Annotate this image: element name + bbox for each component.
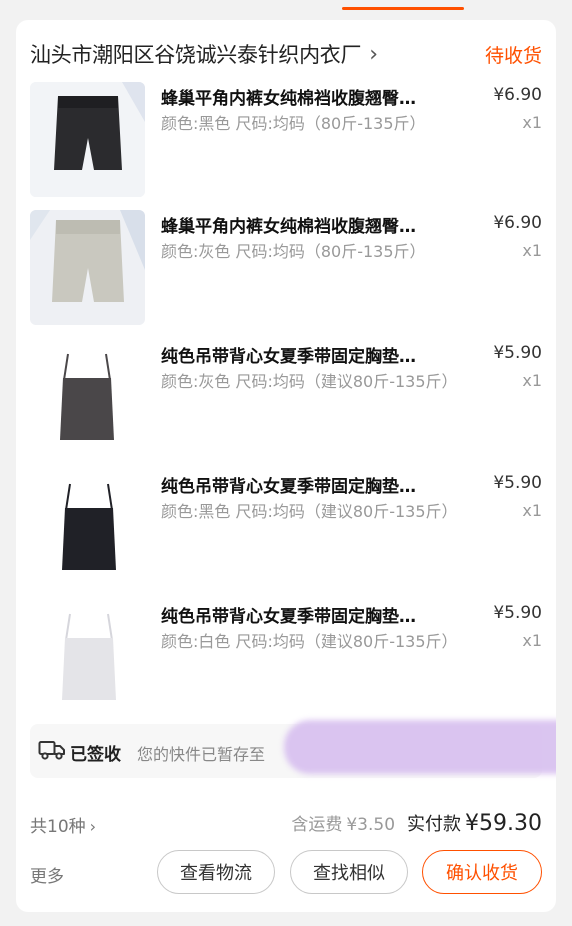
paid-label: 实付款 — [407, 814, 462, 835]
order-item[interactable]: 纯色吊带背心女夏季带固定胸垫… 颜色:黑色 尺码:均码（建议80斤-135斤） … — [30, 470, 542, 586]
confirm-receipt-button[interactable]: 确认收货 — [422, 850, 542, 894]
order-item[interactable]: 纯色吊带背心女夏季带固定胸垫… 颜色:白色 尺码:均码（建议80斤-135斤） … — [30, 600, 542, 716]
item-spec: 颜色:白色 尺码:均码（建议80斤-135斤） — [161, 632, 458, 651]
shipping-value: ¥3.50 — [346, 815, 396, 835]
item-price: ¥5.90 — [493, 343, 542, 363]
chevron-right-icon: › — [369, 41, 379, 67]
item-spec: 颜色:灰色 尺码:均码（80斤-135斤） — [161, 242, 426, 261]
shorts-black-icon[interactable] — [30, 82, 145, 197]
order-status-badge: 待收货 — [484, 45, 542, 67]
active-tab-indicator — [342, 7, 464, 10]
item-quantity: x1 — [522, 371, 542, 390]
item-quantity: x1 — [522, 241, 542, 260]
item-spec: 颜色:黑色 尺码:均码（建议80斤-135斤） — [161, 502, 458, 521]
order-totals: 含运费 ¥3.50 实付款 ¥59.30 — [291, 810, 542, 836]
shop-header[interactable]: 汕头市潮阳区谷饶诚兴泰针织内衣厂 › 待收货 — [30, 36, 542, 72]
item-price: ¥5.90 — [493, 473, 542, 493]
item-kinds-count[interactable]: 共10种 › — [30, 812, 96, 837]
order-item[interactable]: 蜂巢平角内裤女纯棉裆收腹翘臀… 颜色:黑色 尺码:均码（80斤-135斤） ¥6… — [30, 82, 542, 198]
shop-name[interactable]: 汕头市潮阳区谷饶诚兴泰针织内衣厂 — [30, 39, 362, 69]
camisole-black-icon[interactable] — [30, 470, 145, 585]
camisole-gray-icon[interactable] — [30, 340, 145, 455]
item-quantity: x1 — [522, 113, 542, 132]
item-quantity: x1 — [522, 631, 542, 650]
item-price: ¥5.90 — [493, 603, 542, 623]
item-price: ¥6.90 — [493, 213, 542, 233]
item-title[interactable]: 纯色吊带背心女夏季带固定胸垫… — [161, 472, 471, 497]
find-similar-button[interactable]: 查找相似 — [290, 850, 408, 894]
chevron-right-icon: › — [89, 817, 97, 836]
item-spec: 颜色:黑色 尺码:均码（80斤-135斤） — [161, 114, 426, 133]
order-card: 汕头市潮阳区谷饶诚兴泰针织内衣厂 › 待收货 蜂巢平角内裤女纯棉裆收腹翘臀… 颜… — [16, 20, 556, 912]
camisole-white-icon[interactable] — [30, 600, 145, 715]
item-spec: 颜色:灰色 尺码:均码（建议80斤-135斤） — [161, 372, 458, 391]
logistics-message: 您的快件已暂存至 — [137, 745, 266, 764]
item-title[interactable]: 纯色吊带背心女夏季带固定胸垫… — [161, 342, 471, 367]
order-item[interactable]: 蜂巢平角内裤女纯棉裆收腹翘臀… 颜色:灰色 尺码:均码（80斤-135斤） ¥6… — [30, 210, 542, 326]
redaction-mark — [284, 720, 556, 774]
item-price: ¥6.90 — [493, 85, 542, 105]
shipping-label: 含运费 — [291, 815, 343, 835]
item-quantity: x1 — [522, 501, 542, 520]
kinds-label: 共10种 — [30, 817, 86, 837]
logistics-banner[interactable]: 已签收 您的快件已暂存至 — [30, 720, 556, 778]
logistics-status: 已签收 — [70, 745, 121, 765]
shorts-gray-icon[interactable] — [30, 210, 145, 325]
order-item[interactable]: 纯色吊带背心女夏季带固定胸垫… 颜色:灰色 尺码:均码（建议80斤-135斤） … — [30, 340, 542, 456]
truck-icon — [38, 741, 65, 760]
view-logistics-button[interactable]: 查看物流 — [157, 850, 275, 894]
paid-value: ¥59.30 — [465, 811, 542, 836]
item-title[interactable]: 蜂巢平角内裤女纯棉裆收腹翘臀… — [161, 212, 471, 237]
more-button[interactable]: 更多 — [30, 862, 64, 887]
item-title[interactable]: 纯色吊带背心女夏季带固定胸垫… — [161, 602, 471, 627]
item-title[interactable]: 蜂巢平角内裤女纯棉裆收腹翘臀… — [161, 84, 471, 109]
